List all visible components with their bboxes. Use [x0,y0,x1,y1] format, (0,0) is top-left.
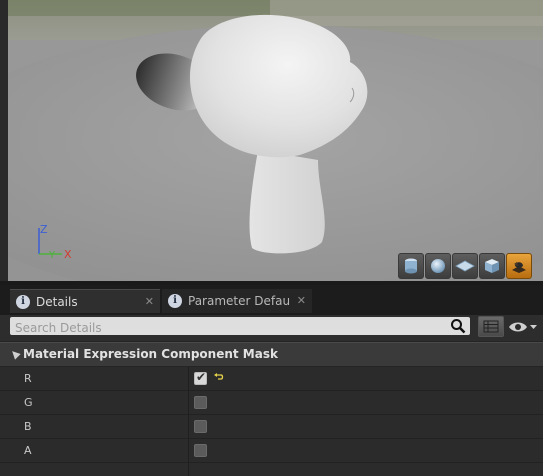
property-name: G [24,396,33,409]
eye-icon[interactable] [508,320,538,334]
info-icon: i [168,294,182,308]
collapse-arrow-icon[interactable] [9,348,21,360]
search-box [10,317,470,337]
checkmark-icon: ✔ [196,370,207,384]
property-row-g: G [0,391,543,415]
search-input[interactable] [10,319,445,337]
property-matrix-button[interactable] [478,316,504,337]
tab-parameter-defaults[interactable]: i Parameter Defaults ✕ [162,289,312,313]
axis-y-label: Y [48,250,56,261]
reset-to-default-icon[interactable] [214,372,224,382]
tab-details[interactable]: i Details ✕ [10,289,160,313]
category-label: Material Expression Component Mask [23,347,278,361]
tab-parameter-defaults-label: Parameter Defaults [188,294,290,308]
info-icon: i [16,294,30,309]
column-divider[interactable] [188,367,189,391]
b-checkbox[interactable] [194,420,207,433]
preview-cube-button[interactable] [479,253,505,279]
search-row [0,315,543,341]
property-row-a: A [0,439,543,463]
axis-z-label: Z [40,223,48,236]
panel-bottom-area [0,463,543,476]
a-checkbox[interactable] [194,444,207,457]
preview-mesh-toolbar [398,253,532,279]
details-panel: Material Expression Component Mask R ✔ G… [0,315,543,476]
preview-scene [0,0,543,285]
property-name: R [24,372,32,385]
axis-x-label: X [64,248,72,261]
custom-mesh-icon [512,262,526,273]
panel-tab-bar: i Details ✕ i Parameter Defaults ✕ [0,285,543,315]
category-header[interactable]: Material Expression Component Mask [0,342,543,366]
close-icon[interactable]: ✕ [297,294,306,307]
column-divider[interactable] [188,415,189,439]
material-preview-viewport[interactable]: Z Y X [0,0,543,285]
property-name: A [24,444,32,457]
property-name: B [24,420,32,433]
cylinder-icon [405,258,417,274]
column-divider [188,463,189,476]
sphere-icon [431,259,445,273]
r-checkbox[interactable]: ✔ [194,370,207,385]
axis-gizmo: Z Y X [38,223,72,261]
plane-icon [455,260,475,272]
preview-plane-button[interactable] [452,253,478,279]
search-icon[interactable] [450,318,466,334]
list-view-icon [483,320,499,333]
chevron-down-icon [530,325,537,329]
preview-sphere-button[interactable] [425,253,451,279]
horizon-haze [270,0,543,26]
column-divider[interactable] [188,439,189,463]
preview-custom-mesh-button[interactable] [506,253,532,279]
monkey-neck [249,150,325,254]
column-divider[interactable] [188,391,189,415]
viewport-left-border [0,0,8,285]
tab-details-label: Details [36,294,78,309]
preview-cylinder-button[interactable] [398,253,424,279]
property-row-b: B [0,415,543,439]
cube-icon [485,259,499,273]
g-checkbox[interactable] [194,396,207,409]
close-icon[interactable]: ✕ [145,295,154,308]
property-row-r: R ✔ [0,367,543,391]
